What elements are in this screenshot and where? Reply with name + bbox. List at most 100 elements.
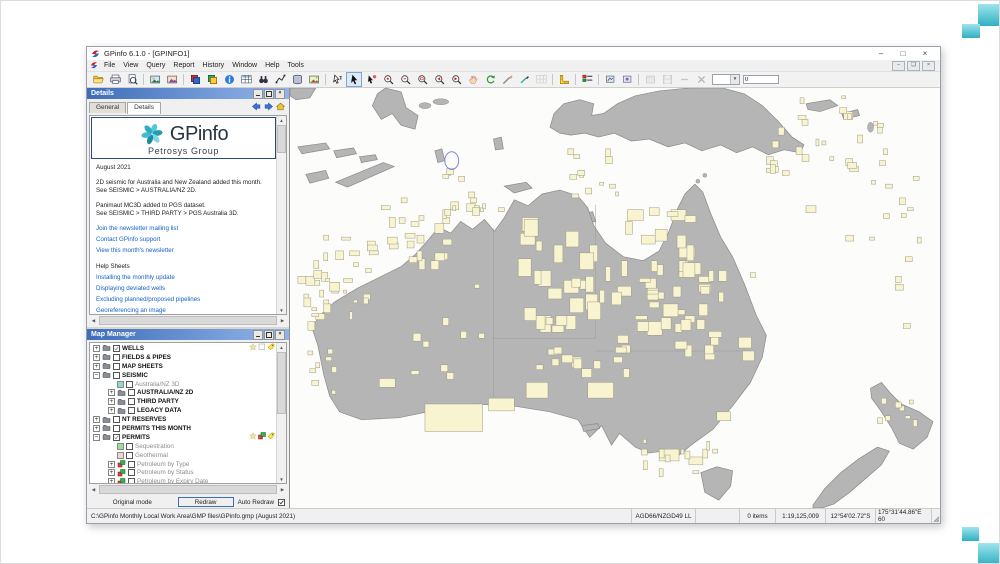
scroll-right-icon[interactable]: ▶ [278, 487, 287, 493]
permit-block[interactable] [475, 284, 480, 288]
permit-block[interactable] [304, 298, 311, 307]
permit-block[interactable] [546, 318, 553, 325]
permit-block[interactable] [350, 312, 353, 320]
expander-icon[interactable]: − [93, 372, 100, 379]
menu-view[interactable]: View [119, 62, 142, 69]
tool-measure-icon[interactable] [499, 72, 515, 87]
permit-block[interactable] [308, 322, 315, 331]
tool-grid-off-icon[interactable] [533, 72, 549, 87]
home-icon[interactable] [276, 102, 285, 111]
panel-minimize-icon[interactable] [253, 330, 263, 340]
layer-row-sequestration[interactable]: Sequestration [90, 442, 277, 451]
panel-close-icon[interactable]: × [275, 89, 285, 99]
permit-block[interactable] [858, 135, 863, 143]
layer-checkbox[interactable] [126, 381, 133, 388]
permit-block[interactable] [328, 349, 333, 354]
star-icon[interactable] [249, 343, 257, 353]
permit-block[interactable] [806, 206, 816, 213]
details-panel-header[interactable]: Details × [87, 88, 289, 99]
scroll-up-icon[interactable]: ▲ [277, 343, 286, 351]
tool-export-picture-icon[interactable] [164, 72, 180, 87]
permit-block[interactable] [367, 245, 377, 251]
permit-block[interactable] [409, 257, 417, 263]
layer-checkbox[interactable] [113, 416, 120, 423]
permit-block[interactable] [330, 282, 340, 291]
permit-block[interactable] [298, 276, 306, 283]
permit-block[interactable] [580, 253, 594, 270]
details-vertical-scrollbar[interactable]: ▲ ▼ [276, 116, 286, 314]
permit-block[interactable] [663, 304, 678, 317]
permit-block[interactable] [883, 149, 887, 155]
panel-maximize-icon[interactable] [264, 330, 274, 340]
permit-block[interactable] [703, 449, 708, 458]
permit-block[interactable] [719, 271, 727, 282]
permit-block[interactable] [526, 382, 548, 398]
permit-block[interactable] [324, 253, 328, 261]
tool-digitize-icon[interactable] [272, 72, 288, 87]
details-link[interactable]: View this month's newsletter [96, 247, 271, 255]
permit-block[interactable] [743, 351, 755, 361]
permit-block[interactable] [310, 369, 316, 373]
permit-block[interactable] [441, 365, 448, 372]
permit-block[interactable] [423, 341, 429, 347]
layer-row-australia-nz-2d[interactable]: +AUSTRALIA/NZ 2D [90, 388, 277, 397]
layer-checkbox[interactable] [126, 452, 133, 459]
permit-block[interactable] [612, 292, 622, 305]
permit-block[interactable] [665, 455, 670, 462]
permit-block[interactable] [677, 235, 686, 248]
permit-block[interactable] [574, 359, 582, 369]
scroll-thumb[interactable] [99, 316, 277, 325]
permit-block[interactable] [312, 308, 317, 311]
tool-copy-picture-icon[interactable] [147, 72, 163, 87]
layer-checkbox[interactable] [113, 354, 120, 361]
permit-block[interactable] [594, 361, 601, 369]
permit-block[interactable] [324, 235, 329, 240]
permit-block[interactable] [534, 271, 541, 285]
permit-block[interactable] [685, 216, 696, 223]
permit-block[interactable] [379, 378, 395, 387]
permit-block[interactable] [685, 451, 690, 459]
tool-zoom-in-icon[interactable] [380, 72, 396, 87]
permit-block[interactable] [840, 108, 847, 114]
permit-block[interactable] [443, 239, 452, 245]
mdi-minimize-icon[interactable]: – [892, 61, 905, 71]
permit-block[interactable] [649, 208, 659, 216]
layer-checkbox[interactable] [113, 372, 120, 379]
tool-georeference-image-icon[interactable] [306, 72, 322, 87]
scroll-down-icon[interactable]: ▼ [277, 475, 286, 483]
permit-block[interactable] [699, 304, 708, 316]
tool-window-frame-icon[interactable] [642, 72, 658, 87]
permit-block[interactable] [536, 316, 545, 330]
scroll-thumb[interactable] [277, 125, 286, 153]
permit-block[interactable] [570, 298, 584, 313]
permit-block[interactable] [308, 351, 313, 355]
permit-block[interactable] [639, 278, 650, 282]
scroll-thumb[interactable] [99, 485, 277, 494]
permit-block[interactable] [354, 263, 359, 267]
permit-block[interactable] [586, 188, 592, 194]
expander-icon[interactable]: + [93, 363, 100, 370]
tool-save-layout-icon[interactable] [659, 72, 675, 87]
permit-block[interactable] [606, 149, 611, 157]
permit-block[interactable] [483, 204, 486, 209]
scroll-down-icon[interactable]: ▼ [277, 306, 286, 314]
layer-checkbox[interactable] [128, 461, 135, 468]
map-manager-header[interactable]: Map Manager × [87, 329, 289, 340]
minimize-icon[interactable]: – [870, 48, 892, 60]
help-sheet-link[interactable]: Displaying deviated wells [96, 285, 271, 293]
menu-history[interactable]: History [198, 62, 228, 69]
permit-block[interactable] [435, 253, 445, 261]
tool-map-contents-icon[interactable] [187, 72, 203, 87]
permit-block[interactable] [625, 221, 632, 234]
close-icon[interactable]: × [914, 48, 936, 60]
layer-checkbox[interactable] [128, 469, 135, 476]
permit-block[interactable] [443, 174, 449, 178]
permit-block[interactable] [848, 163, 857, 169]
permit-block[interactable] [342, 237, 351, 240]
permit-block[interactable] [566, 231, 579, 247]
permit-block[interactable] [600, 290, 605, 303]
layer-row-petroleum-by-status[interactable]: +Petroleum by Status [90, 468, 277, 477]
permit-block[interactable] [488, 398, 514, 411]
expander-icon[interactable]: + [93, 354, 100, 361]
permit-block[interactable] [524, 308, 536, 321]
